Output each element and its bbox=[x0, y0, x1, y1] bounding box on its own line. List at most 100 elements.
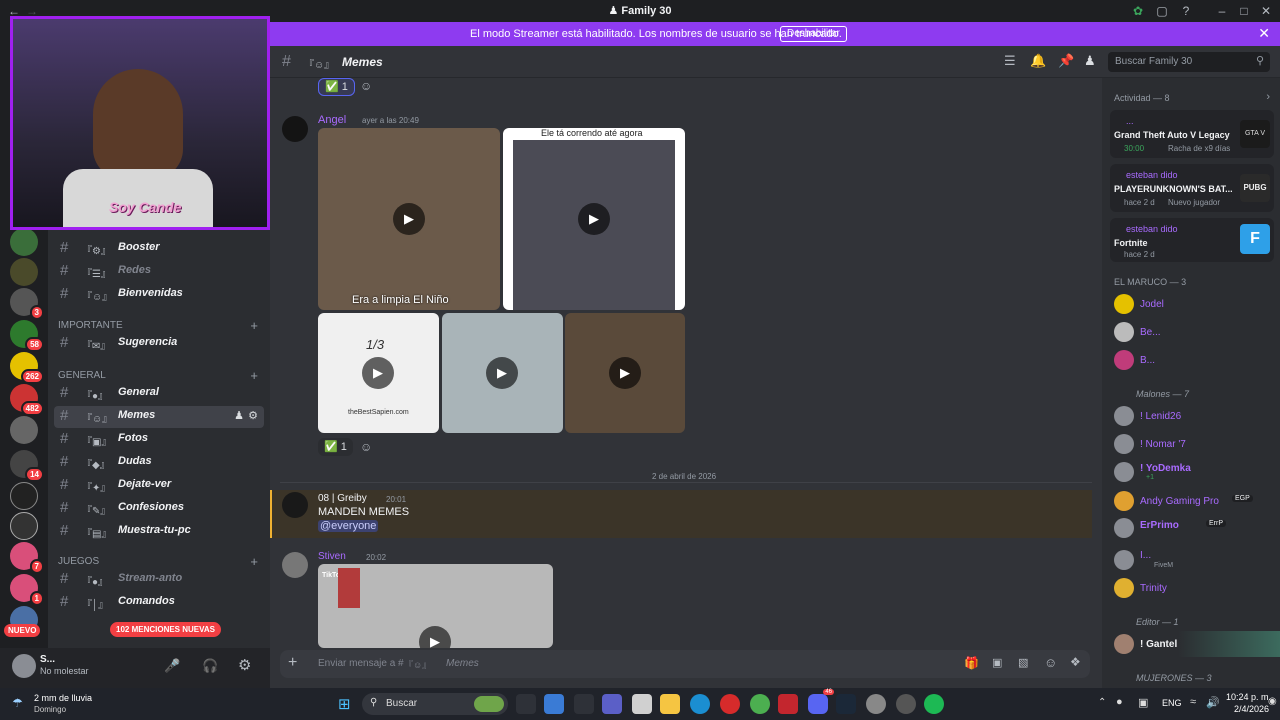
play-icon[interactable]: ▶ bbox=[393, 203, 425, 235]
notification-icon[interactable]: ◉ bbox=[1268, 696, 1277, 707]
channel-bienvenidas[interactable]: # 『☺』 Bienvenidas bbox=[54, 284, 264, 306]
activity-card[interactable]: esteban dido Fortnite hace 2 d F bbox=[1110, 218, 1274, 262]
discord-icon[interactable]: 46 bbox=[808, 689, 834, 714]
server-icon[interactable]: 482 bbox=[10, 384, 44, 416]
avatar[interactable] bbox=[1114, 491, 1134, 511]
play-icon[interactable]: ▶ bbox=[486, 357, 518, 389]
channel-booster[interactable]: # 『⚙』 Booster bbox=[54, 238, 264, 260]
tray-icon[interactable]: ▣ bbox=[1138, 696, 1148, 709]
chevron-up-icon[interactable]: ⌃ bbox=[1098, 697, 1106, 708]
maximize-icon[interactable]: □ bbox=[1236, 3, 1252, 19]
channel-comandos[interactable]: # 『│』 Comandos bbox=[54, 592, 264, 614]
search-input[interactable]: Buscar Family 30 ⚲ bbox=[1108, 52, 1270, 72]
server-icon[interactable]: 14 bbox=[10, 450, 44, 482]
file-explorer-icon[interactable] bbox=[660, 694, 680, 714]
channel-memes[interactable]: # 『☺』 Memes ♟ ⚙ bbox=[54, 406, 264, 428]
close-notice-icon[interactable]: ✕ bbox=[1258, 25, 1270, 42]
emoji-icon[interactable]: ☺ bbox=[1044, 655, 1057, 670]
invite-icon[interactable]: ♟ bbox=[234, 409, 244, 422]
add-reaction-icon[interactable]: ☺ bbox=[360, 440, 372, 454]
video-attachment[interactable]: ▶ bbox=[565, 313, 685, 433]
members-icon[interactable]: ♟ bbox=[1084, 53, 1096, 69]
server-icon[interactable]: 262 bbox=[10, 352, 44, 384]
chevron-right-icon[interactable]: › bbox=[1266, 91, 1270, 103]
store-icon[interactable] bbox=[632, 694, 652, 714]
steam-icon[interactable] bbox=[836, 694, 856, 714]
pin-icon[interactable]: 📌 bbox=[1058, 53, 1074, 69]
channel-dejate-ver[interactable]: # 『✦』 Dejate-ver bbox=[54, 475, 264, 497]
category-importante[interactable]: IMPORTANTE bbox=[58, 320, 123, 331]
channel-confesiones[interactable]: # 『✎』 Confesiones bbox=[54, 498, 264, 520]
add-channel-icon[interactable]: + bbox=[250, 318, 258, 333]
channel-fotos[interactable]: # 『▣』 Fotos bbox=[54, 429, 264, 451]
play-icon[interactable]: ▶ bbox=[419, 626, 451, 648]
avatar[interactable] bbox=[1114, 294, 1134, 314]
spotify-icon[interactable] bbox=[924, 694, 944, 714]
avatar[interactable] bbox=[1114, 634, 1134, 654]
gif-icon[interactable]: ▣ bbox=[992, 656, 1002, 669]
everyone-mention[interactable]: @everyone bbox=[318, 520, 379, 532]
channel-sugerencia[interactable]: # 『✉』 Sugerencia bbox=[54, 333, 264, 355]
channel-dudas[interactable]: # 『◆』 Dudas bbox=[54, 452, 264, 474]
leaf-icon[interactable]: ✿ bbox=[1130, 3, 1146, 19]
wifi-icon[interactable]: ≈ bbox=[1190, 696, 1196, 708]
channel-redes[interactable]: # 『☰』 Redes bbox=[54, 261, 264, 283]
gear-icon[interactable]: ⚙ bbox=[248, 409, 258, 422]
channel-general[interactable]: # 『●』 General bbox=[54, 383, 264, 405]
bell-icon[interactable]: 🔔 bbox=[1030, 53, 1046, 69]
server-icon[interactable] bbox=[10, 416, 38, 444]
server-icon[interactable] bbox=[10, 228, 38, 256]
opera-icon[interactable] bbox=[720, 694, 740, 714]
edge-icon[interactable] bbox=[690, 694, 710, 714]
new-mentions-pill[interactable]: 102 MENCIONES NUEVAS bbox=[110, 622, 221, 637]
server-icon[interactable] bbox=[10, 482, 38, 510]
category-general[interactable]: GENERAL bbox=[58, 370, 106, 381]
add-channel-icon[interactable]: + bbox=[250, 554, 258, 569]
activity-card[interactable]: ... Grand Theft Auto V Legacy 30:00 Rach… bbox=[1110, 110, 1274, 158]
gear-icon[interactable]: ⚙ bbox=[238, 656, 251, 674]
category-juegos[interactable]: JUEGOS bbox=[58, 556, 99, 567]
headphones-icon[interactable]: 🎧 bbox=[202, 658, 218, 674]
channel-muestra-tu-pc[interactable]: # 『▤』 Muestra-tu-pc bbox=[54, 521, 264, 543]
taskbar-search[interactable]: ⚲ Buscar bbox=[362, 693, 508, 715]
reaction-chip[interactable]: ✅ 1 bbox=[318, 78, 355, 96]
windows-start-icon[interactable]: ⊞ bbox=[338, 695, 351, 713]
channel-stream-anto[interactable]: # 『●』 Stream-anto bbox=[54, 569, 264, 591]
video-attachment[interactable]: ▶ bbox=[442, 313, 563, 433]
weather-icon[interactable]: ☂ bbox=[12, 696, 23, 710]
avatar[interactable] bbox=[282, 552, 308, 578]
language-indicator[interactable]: ENG bbox=[1162, 698, 1182, 708]
settings-icon[interactable] bbox=[866, 694, 886, 714]
server-icon[interactable]: 7 bbox=[10, 542, 44, 574]
avatar[interactable] bbox=[12, 654, 36, 678]
weather-text[interactable]: 2 mm de lluvia bbox=[34, 693, 92, 703]
server-icon[interactable]: 58 bbox=[10, 320, 44, 352]
task-view-icon[interactable] bbox=[516, 694, 536, 714]
author-name[interactable]: 08 | Greiby bbox=[318, 493, 367, 504]
video-attachment[interactable]: ▶ Era a limpia El Niño bbox=[318, 128, 500, 310]
avatar[interactable] bbox=[1114, 578, 1134, 598]
play-icon[interactable]: ▶ bbox=[609, 357, 641, 389]
adobe-icon[interactable] bbox=[778, 694, 798, 714]
video-attachment[interactable]: TikTok ▶ bbox=[318, 564, 553, 648]
volume-icon[interactable]: 🔊 bbox=[1206, 696, 1220, 709]
server-icon[interactable]: 1 bbox=[10, 574, 44, 606]
reaction-chip[interactable]: ✅ 1 bbox=[318, 438, 353, 456]
tray-icon[interactable]: ● bbox=[1116, 696, 1123, 708]
play-icon[interactable]: ▶ bbox=[362, 357, 394, 389]
server-icon[interactable] bbox=[10, 258, 38, 286]
play-icon[interactable]: ▶ bbox=[578, 203, 610, 235]
avatar[interactable] bbox=[1114, 550, 1134, 570]
teams-icon[interactable] bbox=[602, 694, 622, 714]
microphone-icon[interactable]: 🎤 bbox=[164, 658, 180, 674]
plus-icon[interactable]: + bbox=[288, 654, 297, 672]
video-attachment[interactable]: 1/3 theBestSapien.com ▶ bbox=[318, 313, 439, 433]
avatar[interactable] bbox=[282, 116, 308, 142]
activity-card[interactable]: esteban dido PLAYERUNKNOWN'S BAT... hace… bbox=[1110, 164, 1274, 212]
author-name[interactable]: Stiven bbox=[318, 551, 346, 562]
server-icon[interactable] bbox=[10, 512, 38, 540]
minimize-icon[interactable]: – bbox=[1214, 3, 1230, 19]
github-icon[interactable] bbox=[896, 694, 916, 714]
avatar[interactable] bbox=[1114, 462, 1134, 482]
avatar[interactable] bbox=[1114, 434, 1134, 454]
